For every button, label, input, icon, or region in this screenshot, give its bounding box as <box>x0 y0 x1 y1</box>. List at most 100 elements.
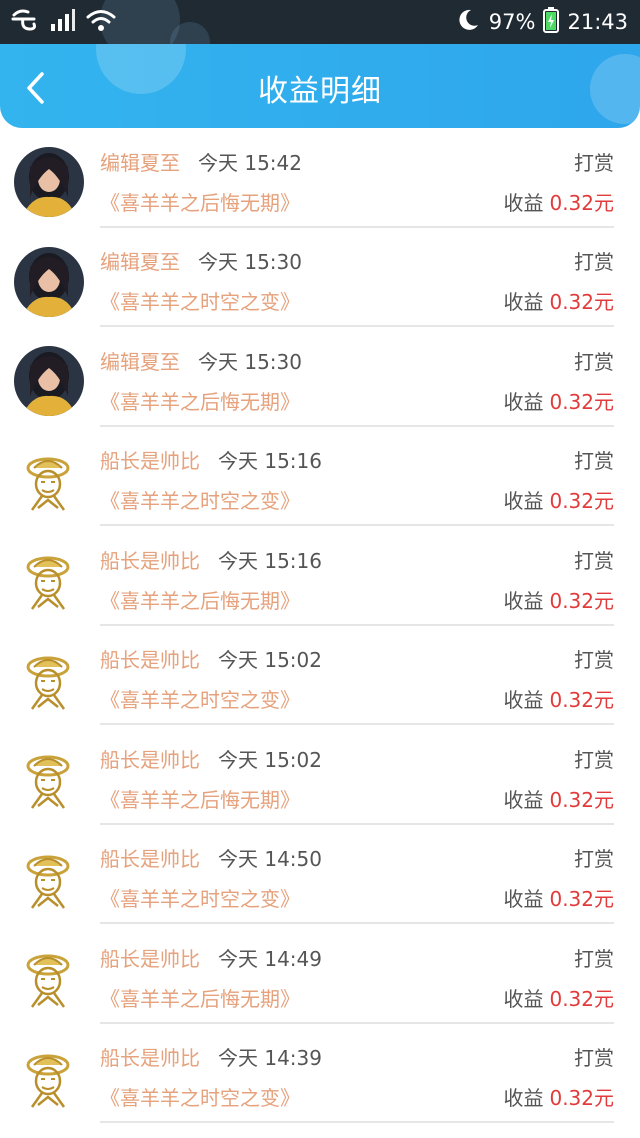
timestamp: 今天 15:16 <box>218 449 322 473</box>
earnings-amount: 0.32元 <box>549 489 614 513</box>
carrier-icon <box>10 7 40 37</box>
wifi-icon <box>86 8 116 36</box>
signal-icon <box>50 8 76 36</box>
username[interactable]: 船长是帅比 <box>100 943 200 972</box>
list-item[interactable]: 编辑夏至 今天 15:30 打赏 《喜羊羊之时空之变》 收益 0.32元 <box>0 228 640 327</box>
timestamp: 今天 14:39 <box>218 1046 322 1070</box>
earnings-amount: 0.32元 <box>549 688 614 712</box>
earnings-label: 收益 <box>503 787 544 812</box>
earnings-label: 收益 <box>503 290 544 314</box>
book-title[interactable]: 《喜羊羊之时空之变》 <box>100 883 300 912</box>
clock-time: 21:43 <box>567 10 628 34</box>
transaction-type: 打赏 <box>574 449 614 473</box>
transaction-type: 打赏 <box>574 946 614 971</box>
earnings-label: 收益 <box>503 389 544 414</box>
list-item[interactable]: 编辑夏至 今天 15:30 打赏 《喜羊羊之后悔无期》 收益 0.32元 <box>0 327 640 427</box>
status-bar: 97% 21:43 <box>0 0 640 62</box>
book-title[interactable]: 《喜羊羊之后悔无期》 <box>100 187 300 216</box>
timestamp: 今天 15:02 <box>218 747 322 772</box>
avatar[interactable] <box>14 1042 84 1113</box>
earnings-label: 收益 <box>503 588 544 613</box>
username[interactable]: 船长是帅比 <box>100 445 200 474</box>
book-title[interactable]: 《喜羊羊之时空之变》 <box>100 286 300 315</box>
earnings-amount: 0.32元 <box>549 588 614 613</box>
timestamp: 今天 15:02 <box>218 648 322 672</box>
transaction-type: 打赏 <box>574 349 614 374</box>
earnings-amount: 0.32元 <box>549 190 614 215</box>
earnings-label: 收益 <box>503 489 544 513</box>
list-item[interactable]: 船长是帅比 今天 15:16 打赏 《喜羊羊之后悔无期》 收益 0.32元 <box>0 526 640 626</box>
username[interactable]: 船长是帅比 <box>100 1042 200 1071</box>
username[interactable]: 编辑夏至 <box>100 147 180 176</box>
username[interactable]: 船长是帅比 <box>100 545 200 574</box>
book-title[interactable]: 《喜羊羊之时空之变》 <box>100 684 300 713</box>
transaction-type: 打赏 <box>574 847 614 871</box>
photo-avatar-icon <box>14 246 84 317</box>
moon-icon <box>455 7 481 38</box>
avatar[interactable] <box>14 346 84 416</box>
avatar[interactable] <box>14 843 84 914</box>
straw-hat-avatar-icon <box>14 644 84 715</box>
straw-hat-avatar-icon <box>14 1042 84 1113</box>
transaction-type: 打赏 <box>574 548 614 573</box>
page-title: 收益明细 <box>258 74 382 109</box>
earnings-amount: 0.32元 <box>549 290 614 314</box>
earnings-amount: 0.32元 <box>549 887 614 911</box>
avatar[interactable] <box>14 147 84 217</box>
book-title[interactable]: 《喜羊羊之时空之变》 <box>100 1082 300 1111</box>
earnings-amount: 0.32元 <box>549 389 614 414</box>
transaction-type: 打赏 <box>574 747 614 772</box>
straw-hat-avatar-icon <box>14 445 84 516</box>
list-item[interactable]: 船长是帅比 今天 15:02 打赏 《喜羊羊之后悔无期》 收益 0.32元 <box>0 725 640 825</box>
avatar[interactable] <box>14 445 84 516</box>
username[interactable]: 船长是帅比 <box>100 644 200 673</box>
list-item[interactable]: 船长是帅比 今天 15:16 打赏 《喜羊羊之时空之变》 收益 0.32元 <box>0 427 640 526</box>
username[interactable]: 编辑夏至 <box>100 346 180 375</box>
earnings-amount: 0.32元 <box>549 787 614 812</box>
transaction-type: 打赏 <box>574 648 614 672</box>
transaction-type: 打赏 <box>574 150 614 175</box>
photo-avatar-icon <box>14 147 84 217</box>
battery-icon <box>543 6 560 38</box>
earnings-label: 收益 <box>503 688 544 712</box>
list-item[interactable]: 船长是帅比 今天 14:49 打赏 《喜羊羊之后悔无期》 收益 0.32元 <box>0 924 640 1024</box>
username[interactable]: 船长是帅比 <box>100 744 200 773</box>
straw-hat-avatar-icon <box>14 943 84 1013</box>
earnings-list: 编辑夏至 今天 15:42 打赏 《喜羊羊之后悔无期》 收益 0.32元 编辑夏… <box>0 128 640 1123</box>
timestamp: 今天 15:42 <box>198 150 302 175</box>
timestamp: 今天 14:49 <box>218 946 322 971</box>
avatar[interactable] <box>14 744 84 814</box>
avatar[interactable] <box>14 545 84 615</box>
book-title[interactable]: 《喜羊羊之后悔无期》 <box>100 784 300 813</box>
battery-percent: 97% <box>488 10 536 34</box>
timestamp: 今天 14:50 <box>218 847 322 871</box>
list-item[interactable]: 船长是帅比 今天 14:39 打赏 《喜羊羊之时空之变》 收益 0.32元 <box>0 1024 640 1123</box>
book-title[interactable]: 《喜羊羊之后悔无期》 <box>100 585 300 614</box>
list-item[interactable]: 船长是帅比 今天 14:50 打赏 《喜羊羊之时空之变》 收益 0.32元 <box>0 825 640 924</box>
list-item[interactable]: 编辑夏至 今天 15:42 打赏 《喜羊羊之后悔无期》 收益 0.32元 <box>0 128 640 228</box>
avatar[interactable] <box>14 943 84 1013</box>
timestamp: 今天 15:16 <box>218 548 322 573</box>
book-title[interactable]: 《喜羊羊之后悔无期》 <box>100 386 300 415</box>
timestamp: 今天 15:30 <box>198 250 302 274</box>
transaction-type: 打赏 <box>574 250 614 274</box>
earnings-label: 收益 <box>503 190 544 215</box>
username[interactable]: 船长是帅比 <box>100 843 200 872</box>
earnings-amount: 0.32元 <box>549 986 614 1011</box>
transaction-type: 打赏 <box>574 1046 614 1070</box>
photo-avatar-icon <box>14 346 84 416</box>
avatar[interactable] <box>14 644 84 715</box>
earnings-label: 收益 <box>503 887 544 911</box>
earnings-amount: 0.32元 <box>549 1086 614 1110</box>
timestamp: 今天 15:30 <box>198 349 302 374</box>
book-title[interactable]: 《喜羊羊之后悔无期》 <box>100 983 300 1012</box>
book-title[interactable]: 《喜羊羊之时空之变》 <box>100 485 300 514</box>
list-item[interactable]: 船长是帅比 今天 15:02 打赏 《喜羊羊之时空之变》 收益 0.32元 <box>0 626 640 725</box>
username[interactable]: 编辑夏至 <box>100 246 180 275</box>
straw-hat-avatar-icon <box>14 843 84 914</box>
earnings-label: 收益 <box>503 1086 544 1110</box>
app-header: 收益明细 <box>0 44 640 128</box>
straw-hat-avatar-icon <box>14 744 84 814</box>
avatar[interactable] <box>14 246 84 317</box>
earnings-label: 收益 <box>503 986 544 1011</box>
